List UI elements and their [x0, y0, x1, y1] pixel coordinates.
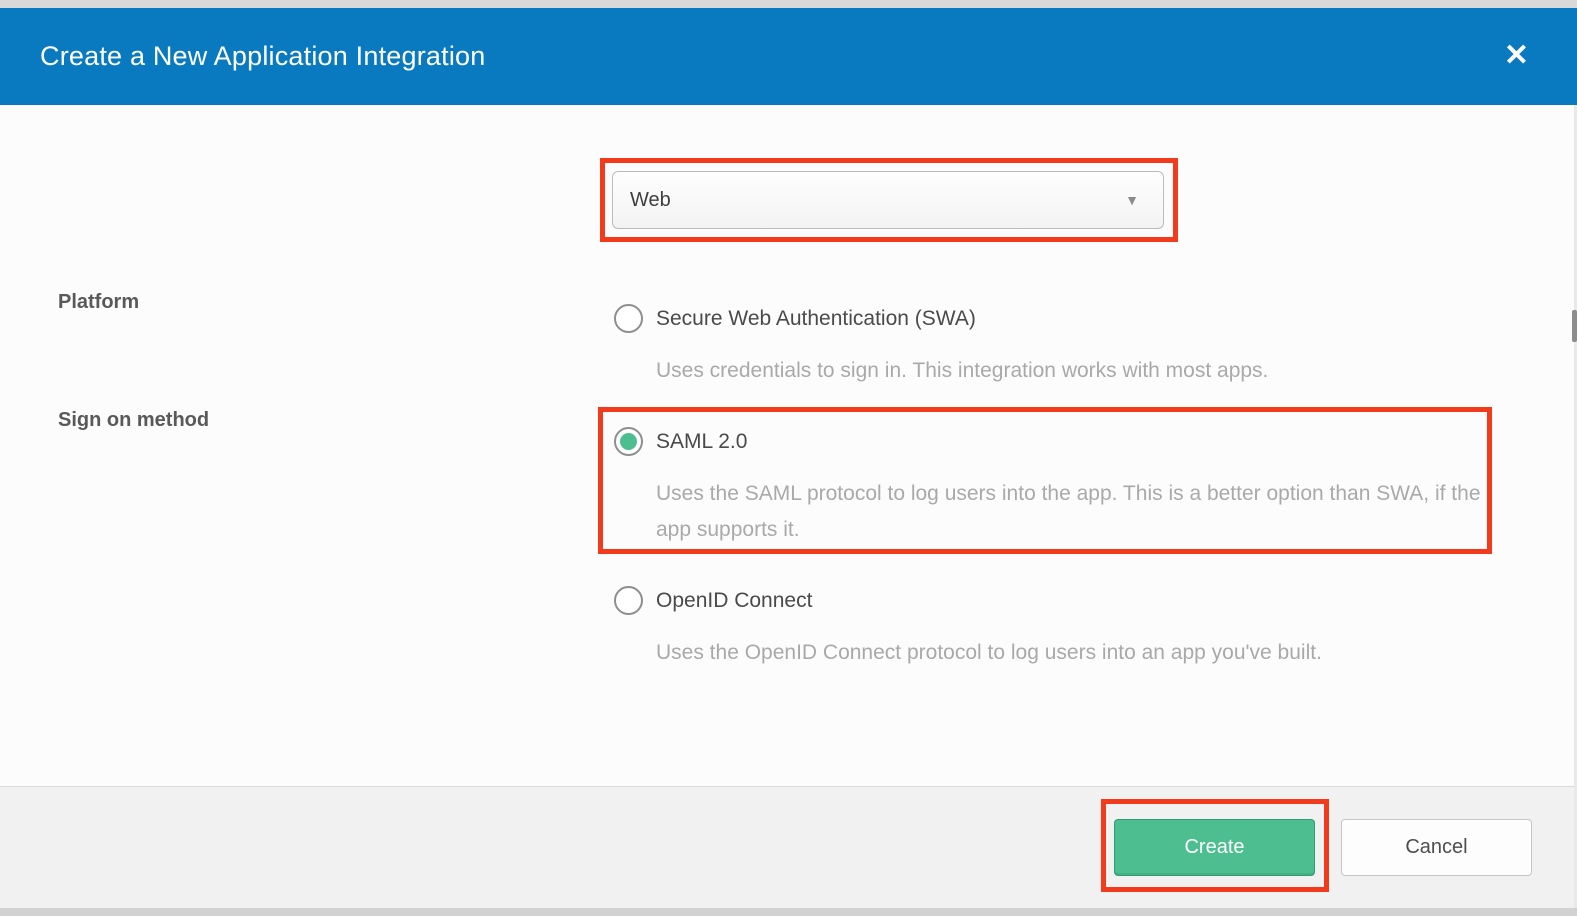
create-button[interactable]: Create [1114, 819, 1315, 876]
platform-label: Platform [58, 291, 139, 314]
option-saml: SAML 2.0 Uses the SAML protocol to log u… [612, 426, 1492, 546]
radio-swa[interactable] [614, 304, 643, 333]
scrollbar-thumb[interactable] [1572, 310, 1577, 342]
dialog-body: Platform Web ▼ Sign on method Secure Web… [0, 105, 1577, 786]
dialog-header: Create a New Application Integration ✕ [0, 8, 1577, 105]
option-swa-label[interactable]: Secure Web Authentication (SWA) [656, 305, 976, 333]
dialog-footer: Create Cancel [0, 786, 1577, 908]
option-openid-description: Uses the OpenID Connect protocol to log … [656, 635, 1484, 671]
option-swa: Secure Web Authentication (SWA) Uses cre… [612, 303, 1492, 393]
option-openid-label[interactable]: OpenID Connect [656, 587, 812, 615]
page-top-strip [0, 0, 1577, 8]
option-saml-description: Uses the SAML protocol to log users into… [656, 476, 1484, 548]
create-app-integration-dialog: Create a New Application Integration ✕ P… [0, 0, 1577, 916]
close-icon[interactable]: ✕ [1500, 8, 1533, 105]
radio-saml[interactable] [614, 427, 643, 456]
radio-openid[interactable] [614, 586, 643, 615]
dialog-title: Create a New Application Integration [40, 8, 485, 105]
platform-select-value: Web [630, 172, 671, 228]
cancel-button[interactable]: Cancel [1341, 819, 1532, 876]
page-bottom-strip [0, 908, 1577, 916]
option-swa-description: Uses credentials to sign in. This integr… [656, 353, 1484, 389]
platform-select[interactable]: Web ▼ [612, 171, 1164, 229]
chevron-down-icon: ▼ [1125, 172, 1139, 228]
option-saml-label[interactable]: SAML 2.0 [656, 428, 747, 456]
sign-on-method-label: Sign on method [58, 409, 209, 432]
option-openid: OpenID Connect Uses the OpenID Connect p… [612, 585, 1492, 675]
